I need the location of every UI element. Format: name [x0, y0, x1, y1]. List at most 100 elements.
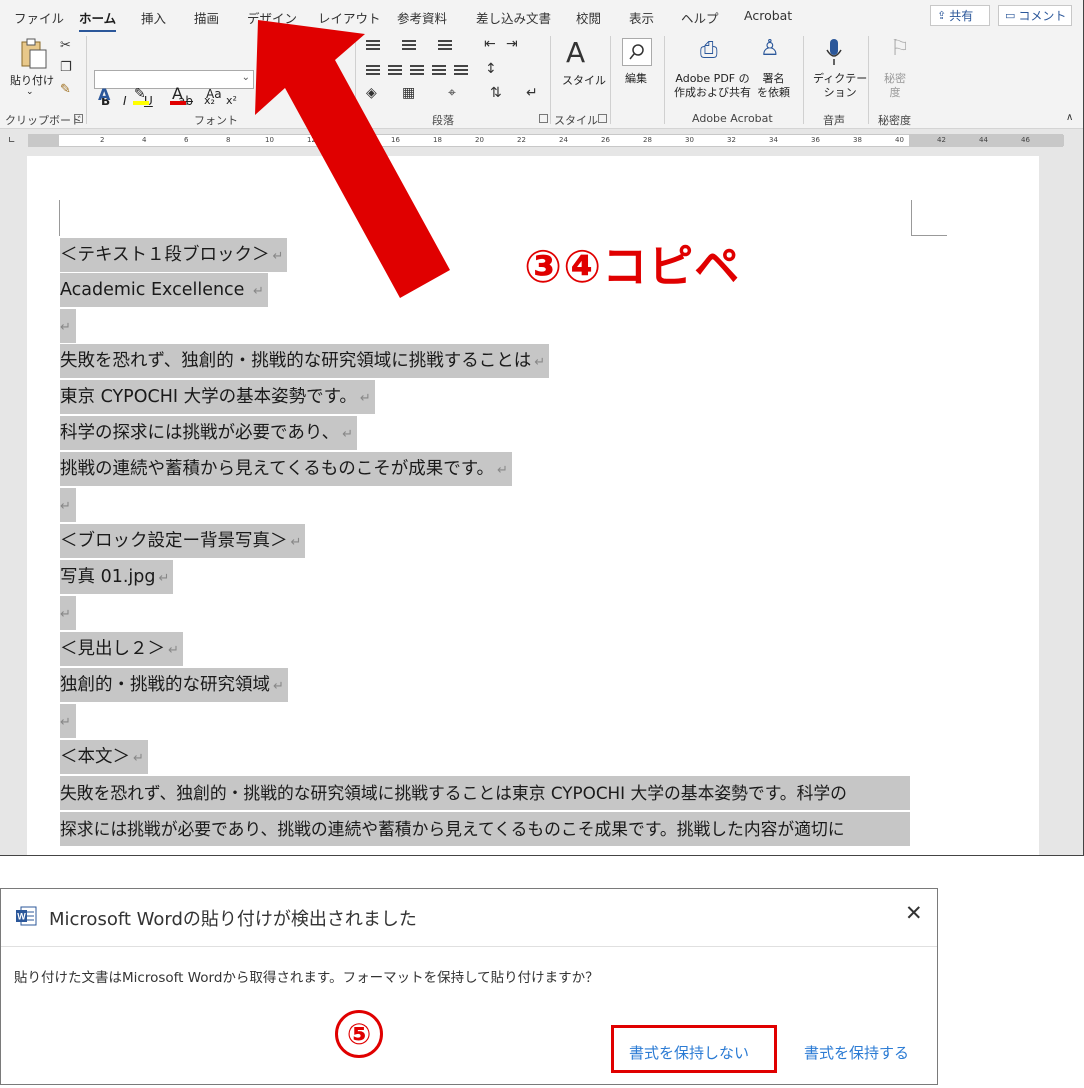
ruler-left-margin	[29, 135, 59, 146]
sort-icon[interactable]: ⇅	[490, 85, 502, 101]
ribbon-separator	[868, 36, 869, 124]
line-text: ＜見出し２＞	[60, 639, 165, 659]
tab-file[interactable]: ファイル	[14, 8, 64, 27]
editing-button[interactable]: 編集	[625, 70, 647, 86]
dictate-button[interactable]: ディクテー ション	[813, 72, 867, 100]
tab-help[interactable]: ヘルプ	[681, 8, 719, 27]
ruler-number: 24	[559, 136, 568, 144]
ruler-number: 46	[1021, 136, 1030, 144]
create-pdf-button[interactable]: Adobe PDF の作成および共有	[674, 72, 751, 100]
line-text: 写真 01.jpg	[60, 567, 156, 587]
document-line[interactable]: ＜見出し２＞ ↵	[60, 632, 183, 666]
decrease-indent-icon[interactable]: ⇤	[484, 36, 496, 52]
microphone-icon[interactable]	[824, 38, 844, 66]
ruler-number: 44	[979, 136, 988, 144]
document-line[interactable]: 東京 CYPOCHI 大学の基本姿勢です。 ↵	[60, 380, 375, 414]
document-line[interactable]: ＜本文＞ ↵	[60, 740, 148, 774]
ruler-number: 8	[226, 136, 231, 144]
document-line[interactable]: ↵	[60, 309, 76, 343]
document-line[interactable]: 探求には挑戦が必要であり、挑戦の連続や蓄積から見えてくるものこそ成果です。挑戦し…	[60, 812, 910, 846]
document-line[interactable]: 挑戦の連続や蓄積から見えてくるものこそが成果です。 ↵	[60, 452, 512, 486]
dialog-message: 貼り付けた文書はMicrosoft Wordから取得されます。フォーマットを保持…	[14, 970, 599, 986]
ruler-number: 22	[517, 136, 526, 144]
ruler-number: 4	[142, 136, 147, 144]
line-text: ＜ブロック設定ー背景写真＞	[60, 531, 288, 551]
ribbon-separator	[664, 36, 665, 124]
paste-dropdown-icon[interactable]: ⌄	[26, 87, 34, 97]
paragraph-mark: ↵	[60, 499, 71, 514]
paragraph-mark: ↵	[133, 751, 144, 766]
acrobat-group-label: Adobe Acrobat	[692, 112, 773, 125]
collapse-ribbon-icon[interactable]: ∧	[1066, 112, 1073, 123]
ribbon-separator	[86, 36, 87, 124]
share-label: 共有	[949, 9, 974, 23]
increase-indent-icon[interactable]: ⇥	[506, 36, 518, 52]
cut-icon[interactable]: ✂	[60, 38, 71, 53]
dialog-header: W Microsoft Wordの貼り付けが検出されました ✕	[1, 889, 937, 947]
copy-icon[interactable]: ❐	[60, 60, 72, 75]
tab-insert[interactable]: 挿入	[141, 8, 166, 27]
paragraph-mark: ↵	[168, 643, 179, 658]
paste-button-label[interactable]: 貼り付け	[10, 72, 54, 88]
document-line[interactable]: ↵	[60, 488, 76, 522]
ruler-number: 40	[895, 136, 904, 144]
document-line[interactable]: 写真 01.jpg ↵	[60, 560, 174, 594]
paragraph-mark: ↵	[534, 355, 546, 370]
close-icon[interactable]: ✕	[905, 901, 923, 925]
tab-stop-selector-icon[interactable]: ∟	[8, 136, 16, 146]
clipboard-launcher-icon[interactable]	[74, 114, 83, 123]
document-line[interactable]: 科学の探求には挑戦が必要であり、 ↵	[60, 416, 358, 450]
italic-button[interactable]: I	[123, 94, 127, 108]
tab-home[interactable]: ホーム	[79, 8, 117, 33]
paragraph-mark: ↵	[60, 607, 71, 622]
text-effects-icon[interactable]: A	[98, 85, 110, 104]
document-line[interactable]: 失敗を恐れず、独創的・挑戦的な研究領域に挑戦することは ↵	[60, 344, 550, 378]
paragraph-mark: ↵	[60, 715, 71, 730]
share-button[interactable]: ⇪ 共有	[930, 5, 990, 26]
change-case-button[interactable]: Aa	[206, 87, 222, 101]
ribbon-separator	[610, 36, 611, 124]
paragraph-launcher-icon[interactable]	[539, 114, 548, 123]
document-line[interactable]: ↵	[60, 596, 76, 630]
ribbon-separator	[803, 36, 804, 124]
paste-icon[interactable]	[18, 38, 48, 70]
line-spacing-icon[interactable]: ↕	[485, 61, 497, 77]
keep-format-button[interactable]: 書式を保持する	[804, 1042, 909, 1063]
request-signature-icon[interactable]: ♙	[760, 36, 780, 61]
sensitivity-icon[interactable]: ⚐	[890, 36, 910, 61]
line-text: 科学の探求には挑戦が必要であり、	[60, 423, 340, 443]
tab-draw[interactable]: 描画	[194, 8, 219, 27]
line-text: 失敗を恐れず、独創的・挑戦的な研究領域に挑戦することは東京 CYPOCHI 大学…	[60, 783, 847, 803]
create-pdf-icon[interactable]: ⎙	[700, 38, 718, 63]
document-line[interactable]: 失敗を恐れず、独創的・挑戦的な研究領域に挑戦することは東京 CYPOCHI 大学…	[60, 776, 910, 810]
styles-launcher-icon[interactable]	[598, 114, 607, 123]
tab-review[interactable]: 校閲	[576, 8, 601, 27]
document-line[interactable]: ↵	[60, 704, 76, 738]
ruler-number: 26	[601, 136, 610, 144]
sensitivity-button[interactable]: 秘密度	[884, 72, 906, 100]
styles-button[interactable]: スタイル	[562, 72, 606, 88]
no-keep-format-button[interactable]: 書式を保持しない	[629, 1042, 749, 1063]
font-group-label: フォント	[194, 114, 238, 127]
sensitivity-group-label: 秘密度	[878, 114, 911, 127]
editing-search-icon[interactable]	[622, 38, 652, 66]
styles-icon[interactable]: A	[566, 36, 585, 69]
tab-acrobat[interactable]: Acrobat	[744, 8, 792, 23]
format-painter-icon[interactable]: ✎	[60, 82, 71, 97]
document-line[interactable]: ＜ブロック設定ー背景写真＞ ↵	[60, 524, 306, 558]
sign-line2: を依頼	[757, 86, 790, 99]
show-marks-icon[interactable]: ↵	[526, 85, 538, 101]
comment-button[interactable]: ▭ コメント	[998, 5, 1072, 26]
ruler-number: 20	[475, 136, 484, 144]
tab-mailings[interactable]: 差し込み文書	[476, 8, 551, 27]
request-signature-button[interactable]: 署名 を依頼	[757, 72, 790, 100]
document-line[interactable]: 独創的・挑戦的な研究領域 ↵	[60, 668, 288, 702]
highlight-icon[interactable]: ✎	[134, 86, 146, 102]
document-line[interactable]: Academic Excellence ↵	[60, 273, 268, 307]
ruler-number: 30	[685, 136, 694, 144]
line-text: 失敗を恐れず、独創的・挑戦的な研究領域に挑戦することは	[60, 351, 532, 371]
annotation-step-5: ⑤	[335, 1010, 383, 1058]
ruler-bar[interactable]: 2 4 6 8 10 12 14 16 18 20 22 24 26 28 30…	[28, 134, 1064, 147]
superscript-button[interactable]: x²	[226, 94, 237, 107]
tab-view[interactable]: 表示	[629, 8, 654, 27]
